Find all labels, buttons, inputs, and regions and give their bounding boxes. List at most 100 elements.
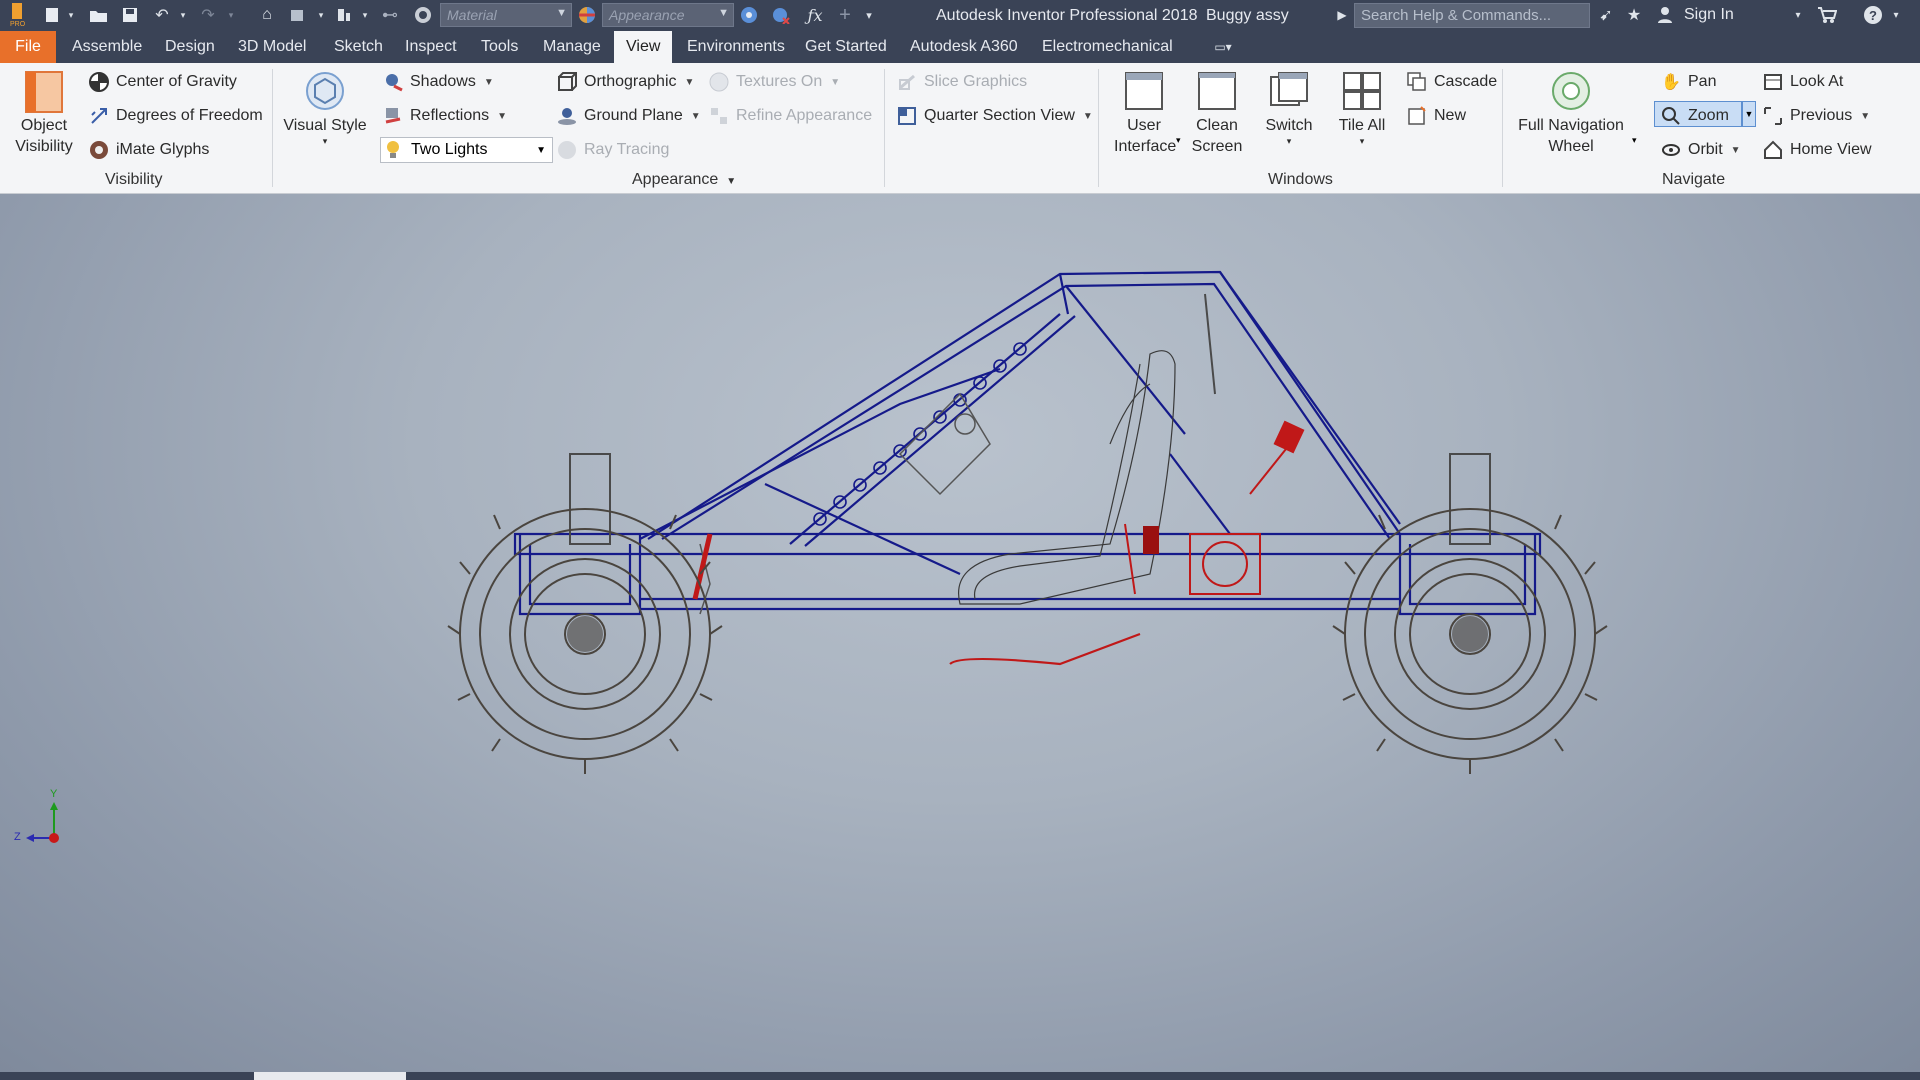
- chevron-down-icon[interactable]: ▾: [226, 4, 236, 26]
- search-input[interactable]: Search Help & Commands...: [1354, 3, 1590, 28]
- brake-part[interactable]: [1143, 526, 1159, 554]
- material-placeholder: Material: [447, 7, 497, 23]
- save-icon[interactable]: [120, 4, 140, 26]
- object-visibility-button[interactable]: Object Visibility: [8, 71, 80, 157]
- textures-on-button[interactable]: Textures On ▼: [708, 69, 840, 95]
- ground-plane-button[interactable]: Ground Plane ▼: [556, 103, 701, 129]
- chevron-down-icon: ▾: [322, 136, 328, 146]
- cart-icon[interactable]: [1816, 4, 1838, 26]
- visual-style-button[interactable]: Visual Style ▾: [282, 71, 368, 146]
- shadows-button[interactable]: Shadows ▼: [382, 69, 494, 95]
- orbit-icon: [1660, 139, 1682, 161]
- adjust-icon[interactable]: [738, 4, 760, 26]
- orthographic-label: Orthographic: [584, 73, 677, 90]
- engine-intake-part[interactable]: [1273, 420, 1305, 454]
- center-of-gravity-button[interactable]: Center of Gravity: [88, 69, 237, 95]
- switch-button[interactable]: Switch ▾: [1258, 71, 1320, 146]
- app-logo-icon[interactable]: PRO: [6, 3, 28, 27]
- quarter-section-view-button[interactable]: Quarter Section View ▼: [896, 103, 1093, 129]
- tab-get-started[interactable]: Get Started: [793, 31, 899, 63]
- full-navigation-wheel-button[interactable]: Full Navigation Wheel: [1512, 71, 1630, 157]
- fx-icon[interactable]: ƒx: [804, 4, 826, 26]
- object-visibility-icon: [24, 71, 64, 113]
- home-view-icon: [1762, 139, 1784, 161]
- home-view-button[interactable]: Home View: [1762, 137, 1872, 163]
- switch-window-icon: [1269, 71, 1309, 111]
- help-icon[interactable]: ?: [1862, 4, 1884, 26]
- tab-tools[interactable]: Tools: [469, 31, 530, 63]
- star-icon[interactable]: ★: [1624, 4, 1644, 26]
- appearance-panel-label[interactable]: Appearance ▼: [632, 171, 736, 189]
- new-window-button[interactable]: New: [1406, 103, 1466, 129]
- document-tab[interactable]: [254, 1072, 406, 1080]
- cascade-button[interactable]: Cascade: [1406, 69, 1497, 95]
- tab-design[interactable]: Design: [153, 31, 227, 63]
- tab-manage[interactable]: Manage: [531, 31, 613, 63]
- chevron-down-icon: ▼: [718, 7, 729, 19]
- chevron-down-icon[interactable]: ▾: [360, 4, 370, 26]
- tab-sketch[interactable]: Sketch: [322, 31, 395, 63]
- search-options-icon[interactable]: ➹: [1596, 4, 1616, 26]
- ray-tracing-button[interactable]: Ray Tracing: [556, 137, 669, 163]
- tab-view[interactable]: View: [614, 31, 673, 63]
- document-tab-strip: [0, 1072, 1920, 1080]
- tab-electromechanical[interactable]: Electromechanical: [1030, 31, 1185, 63]
- degrees-of-freedom-button[interactable]: Degrees of Freedom: [88, 103, 263, 129]
- appearance-dropdown[interactable]: Appearance ▼: [602, 3, 734, 27]
- orthographic-button[interactable]: Orthographic ▼: [556, 69, 694, 95]
- lighting-style-dropdown[interactable]: Two Lights ▼: [380, 137, 553, 163]
- zoom-dropdown-arrow[interactable]: ▼: [1742, 101, 1756, 127]
- chevron-right-icon[interactable]: ▶: [1336, 4, 1348, 26]
- clear-appearance-icon[interactable]: [770, 4, 792, 26]
- tab-inspect[interactable]: Inspect: [393, 31, 469, 63]
- buggy-wireframe-model[interactable]: [0, 194, 1920, 1072]
- zoom-button[interactable]: Zoom: [1660, 103, 1729, 129]
- color-icon[interactable]: [412, 4, 434, 26]
- update-icon[interactable]: [288, 4, 308, 26]
- refine-appearance-button[interactable]: Refine Appearance: [708, 103, 872, 129]
- chevron-down-icon[interactable]: ▾: [1890, 4, 1902, 26]
- visual-style-label: Visual Style: [283, 117, 367, 134]
- look-at-button[interactable]: Look At: [1762, 69, 1843, 95]
- orbit-button[interactable]: Orbit ▼: [1660, 137, 1741, 163]
- imate-glyphs-button[interactable]: iMate Glyphs: [88, 137, 209, 163]
- tab-autodesk-a360[interactable]: Autodesk A360: [898, 31, 1030, 63]
- user-interface-button[interactable]: User Interface: [1108, 71, 1180, 157]
- tab-assemble[interactable]: Assemble: [60, 31, 154, 63]
- open-icon[interactable]: [88, 4, 110, 26]
- tab-3d-model[interactable]: 3D Model: [226, 31, 318, 63]
- tab-file[interactable]: File: [0, 31, 56, 63]
- chevron-down-icon[interactable]: ▾: [316, 4, 326, 26]
- clean-screen-button[interactable]: Clean Screen: [1184, 71, 1250, 157]
- chevron-down-icon[interactable]: ▾: [1792, 4, 1804, 26]
- appearance-ball-icon[interactable]: [576, 4, 598, 26]
- redo-icon[interactable]: ↷: [198, 4, 218, 26]
- chevron-down-icon[interactable]: ▾: [1176, 135, 1181, 146]
- tab-environments[interactable]: Environments: [675, 31, 797, 63]
- pan-button[interactable]: ✋ Pan: [1660, 69, 1716, 95]
- chevron-down-icon[interactable]: ▾: [66, 4, 76, 26]
- measure-icon[interactable]: ⊷: [380, 4, 400, 26]
- sign-in-link[interactable]: Sign In: [1684, 6, 1734, 24]
- axis-z-label: Z: [14, 831, 21, 843]
- reflections-button[interactable]: Reflections ▼: [382, 103, 507, 129]
- tile-all-button[interactable]: Tile All ▾: [1330, 71, 1394, 146]
- slice-graphics-button[interactable]: Slice Graphics: [896, 69, 1027, 95]
- chevron-down-icon: ▼: [1860, 110, 1871, 122]
- user-icon[interactable]: [1656, 4, 1674, 26]
- panel-options-icon[interactable]: ▭▾: [1208, 36, 1238, 58]
- chevron-down-icon[interactable]: ▾: [1632, 135, 1637, 146]
- chevron-down-icon[interactable]: ▾: [178, 4, 188, 26]
- customize-icon[interactable]: ▾: [862, 4, 876, 26]
- undo-icon[interactable]: ↶: [152, 4, 172, 26]
- previous-view-button[interactable]: Previous ▼: [1762, 103, 1870, 129]
- imate-glyphs-icon: [88, 139, 110, 161]
- chevron-down-icon: ▾: [1286, 136, 1292, 146]
- select-icon[interactable]: [334, 4, 354, 26]
- panel-divider: [1098, 69, 1099, 187]
- plus-icon[interactable]: +: [834, 4, 856, 26]
- material-dropdown[interactable]: Material ▼: [440, 3, 572, 27]
- home-icon[interactable]: ⌂: [256, 4, 278, 26]
- graphics-viewport[interactable]: Y Z: [0, 194, 1920, 1072]
- new-icon[interactable]: [42, 4, 62, 26]
